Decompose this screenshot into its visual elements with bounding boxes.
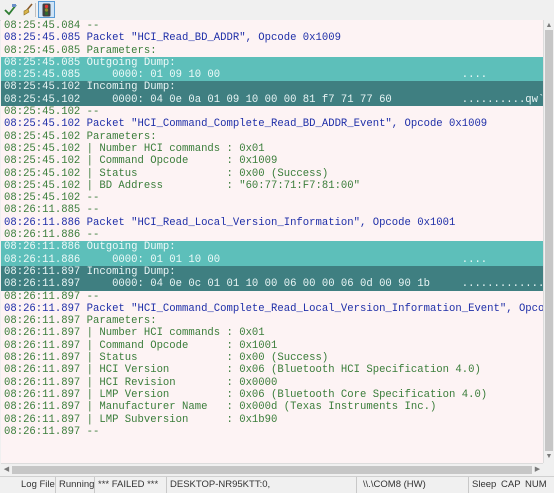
scroll-down-arrow-icon[interactable]: ▼ (545, 452, 553, 461)
broom-icon[interactable] (19, 1, 36, 18)
log-line: 08:25:45.085 Parameters: (4, 44, 157, 57)
log-line: 08:26:11.897 | Command Opcode : 0x1001 (4, 339, 278, 352)
log-line: 08:26:11.886 Packet "HCI_Read_Local_Vers… (4, 216, 456, 229)
vertical-scroll-thumb[interactable] (545, 30, 553, 451)
status-failed: *** FAILED *** (95, 477, 167, 493)
log-view[interactable]: 08:25:45.084 -- 08:25:45.085 Packet "HCI_… (1, 20, 543, 463)
log-line: 08:25:45.084 -- (4, 20, 100, 32)
log-line: 08:26:11.897 0000: 04 0e 0c 01 01 10 00 … (1, 278, 543, 291)
log-line: 08:26:11.897 Parameters: (4, 315, 157, 328)
log-line: 08:25:45.102 Parameters: (4, 130, 157, 143)
status-host: DESKTOP-NR95KTT:0, (167, 477, 357, 493)
log-line: 08:25:45.085 Outgoing Dump: (1, 56, 543, 70)
log-line: 08:26:11.886 0000: 01 01 10 00 .... (1, 253, 543, 266)
log-line: 08:25:45.102 -- (4, 192, 100, 205)
log-line: 08:25:45.102 | Status : 0x00 (Success) (4, 167, 329, 180)
log-line: 08:26:11.897 | HCI Revision : 0x0000 (4, 376, 278, 389)
status-cap: CAP (501, 479, 521, 490)
status-running: Running (56, 477, 95, 493)
log-line: 08:26:11.897 Incoming Dump: (1, 265, 543, 279)
log-line: 08:25:45.102 0000: 04 0e 0a 01 09 10 00 … (1, 93, 543, 107)
log-line: 08:25:45.085 Packet "HCI_Read_BD_ADDR", … (4, 32, 341, 45)
toolbar (0, 0, 554, 21)
toolbar-separator (35, 3, 36, 17)
scroll-up-arrow-icon[interactable]: ▲ (545, 21, 553, 30)
status-port: \\.\COM8 (HW) (357, 477, 469, 493)
status-sleep: Sleep (472, 479, 497, 490)
traffic-light-icon[interactable] (38, 1, 55, 18)
log-line: 08:25:45.102 | Number HCI commands : 0x0… (4, 142, 265, 155)
log-line: 08:26:11.897 | HCI Version : 0x06 (Bluet… (4, 364, 481, 377)
log-line: 08:26:11.897 Packet "HCI_Command_Complet… (4, 302, 543, 315)
horizontal-scrollbar[interactable]: ◀ ▶ (1, 463, 543, 475)
log-line: 08:26:11.886 Outgoing Dump: (1, 241, 543, 254)
log-line: 08:26:11.897 -- (4, 425, 100, 438)
log-line: 08:25:45.102 | BD Address : "60:77:71:F7… (4, 179, 361, 192)
horizontal-scroll-thumb[interactable] (12, 466, 532, 474)
log-line: 08:26:11.897 | Status : 0x00 (Success) (4, 352, 329, 365)
log-line: 08:26:11.897 | Number HCI commands : 0x0… (4, 327, 265, 340)
log-line: 08:25:45.102 -- (4, 106, 100, 119)
status-num: NUM (525, 479, 547, 490)
log-line: 08:26:11.886 -- (4, 229, 100, 242)
status-bar: Log File Running *** FAILED *** DESKTOP-… (0, 476, 554, 493)
scroll-right-arrow-icon[interactable]: ▶ (533, 465, 542, 474)
checkmark-tool-icon[interactable] (2, 1, 19, 18)
log-line: 08:25:45.102 Incoming Dump: (1, 81, 543, 94)
status-log-file[interactable]: Log File (18, 477, 56, 493)
log-line: 08:26:11.897 | LMP Version : 0x06 (Bluet… (4, 388, 488, 401)
log-line: 08:25:45.102 | Command Opcode : 0x1009 (4, 155, 278, 168)
vertical-scrollbar[interactable]: ▲ ▼ (543, 20, 554, 463)
log-line: 08:25:45.102 Packet "HCI_Command_Complet… (4, 118, 488, 131)
log-line: 08:26:11.897 | LMP Subversion : 0x1b90 (4, 413, 278, 426)
log-line: 08:26:11.897 | Manufacturer Name : 0x000… (4, 401, 437, 414)
log-line: 08:25:45.085 0000: 01 09 10 00 .... (1, 69, 543, 82)
log-line: 08:26:11.897 -- (4, 290, 100, 303)
scroll-left-arrow-icon[interactable]: ◀ (2, 465, 11, 474)
log-line: 08:26:11.885 -- (4, 204, 100, 217)
